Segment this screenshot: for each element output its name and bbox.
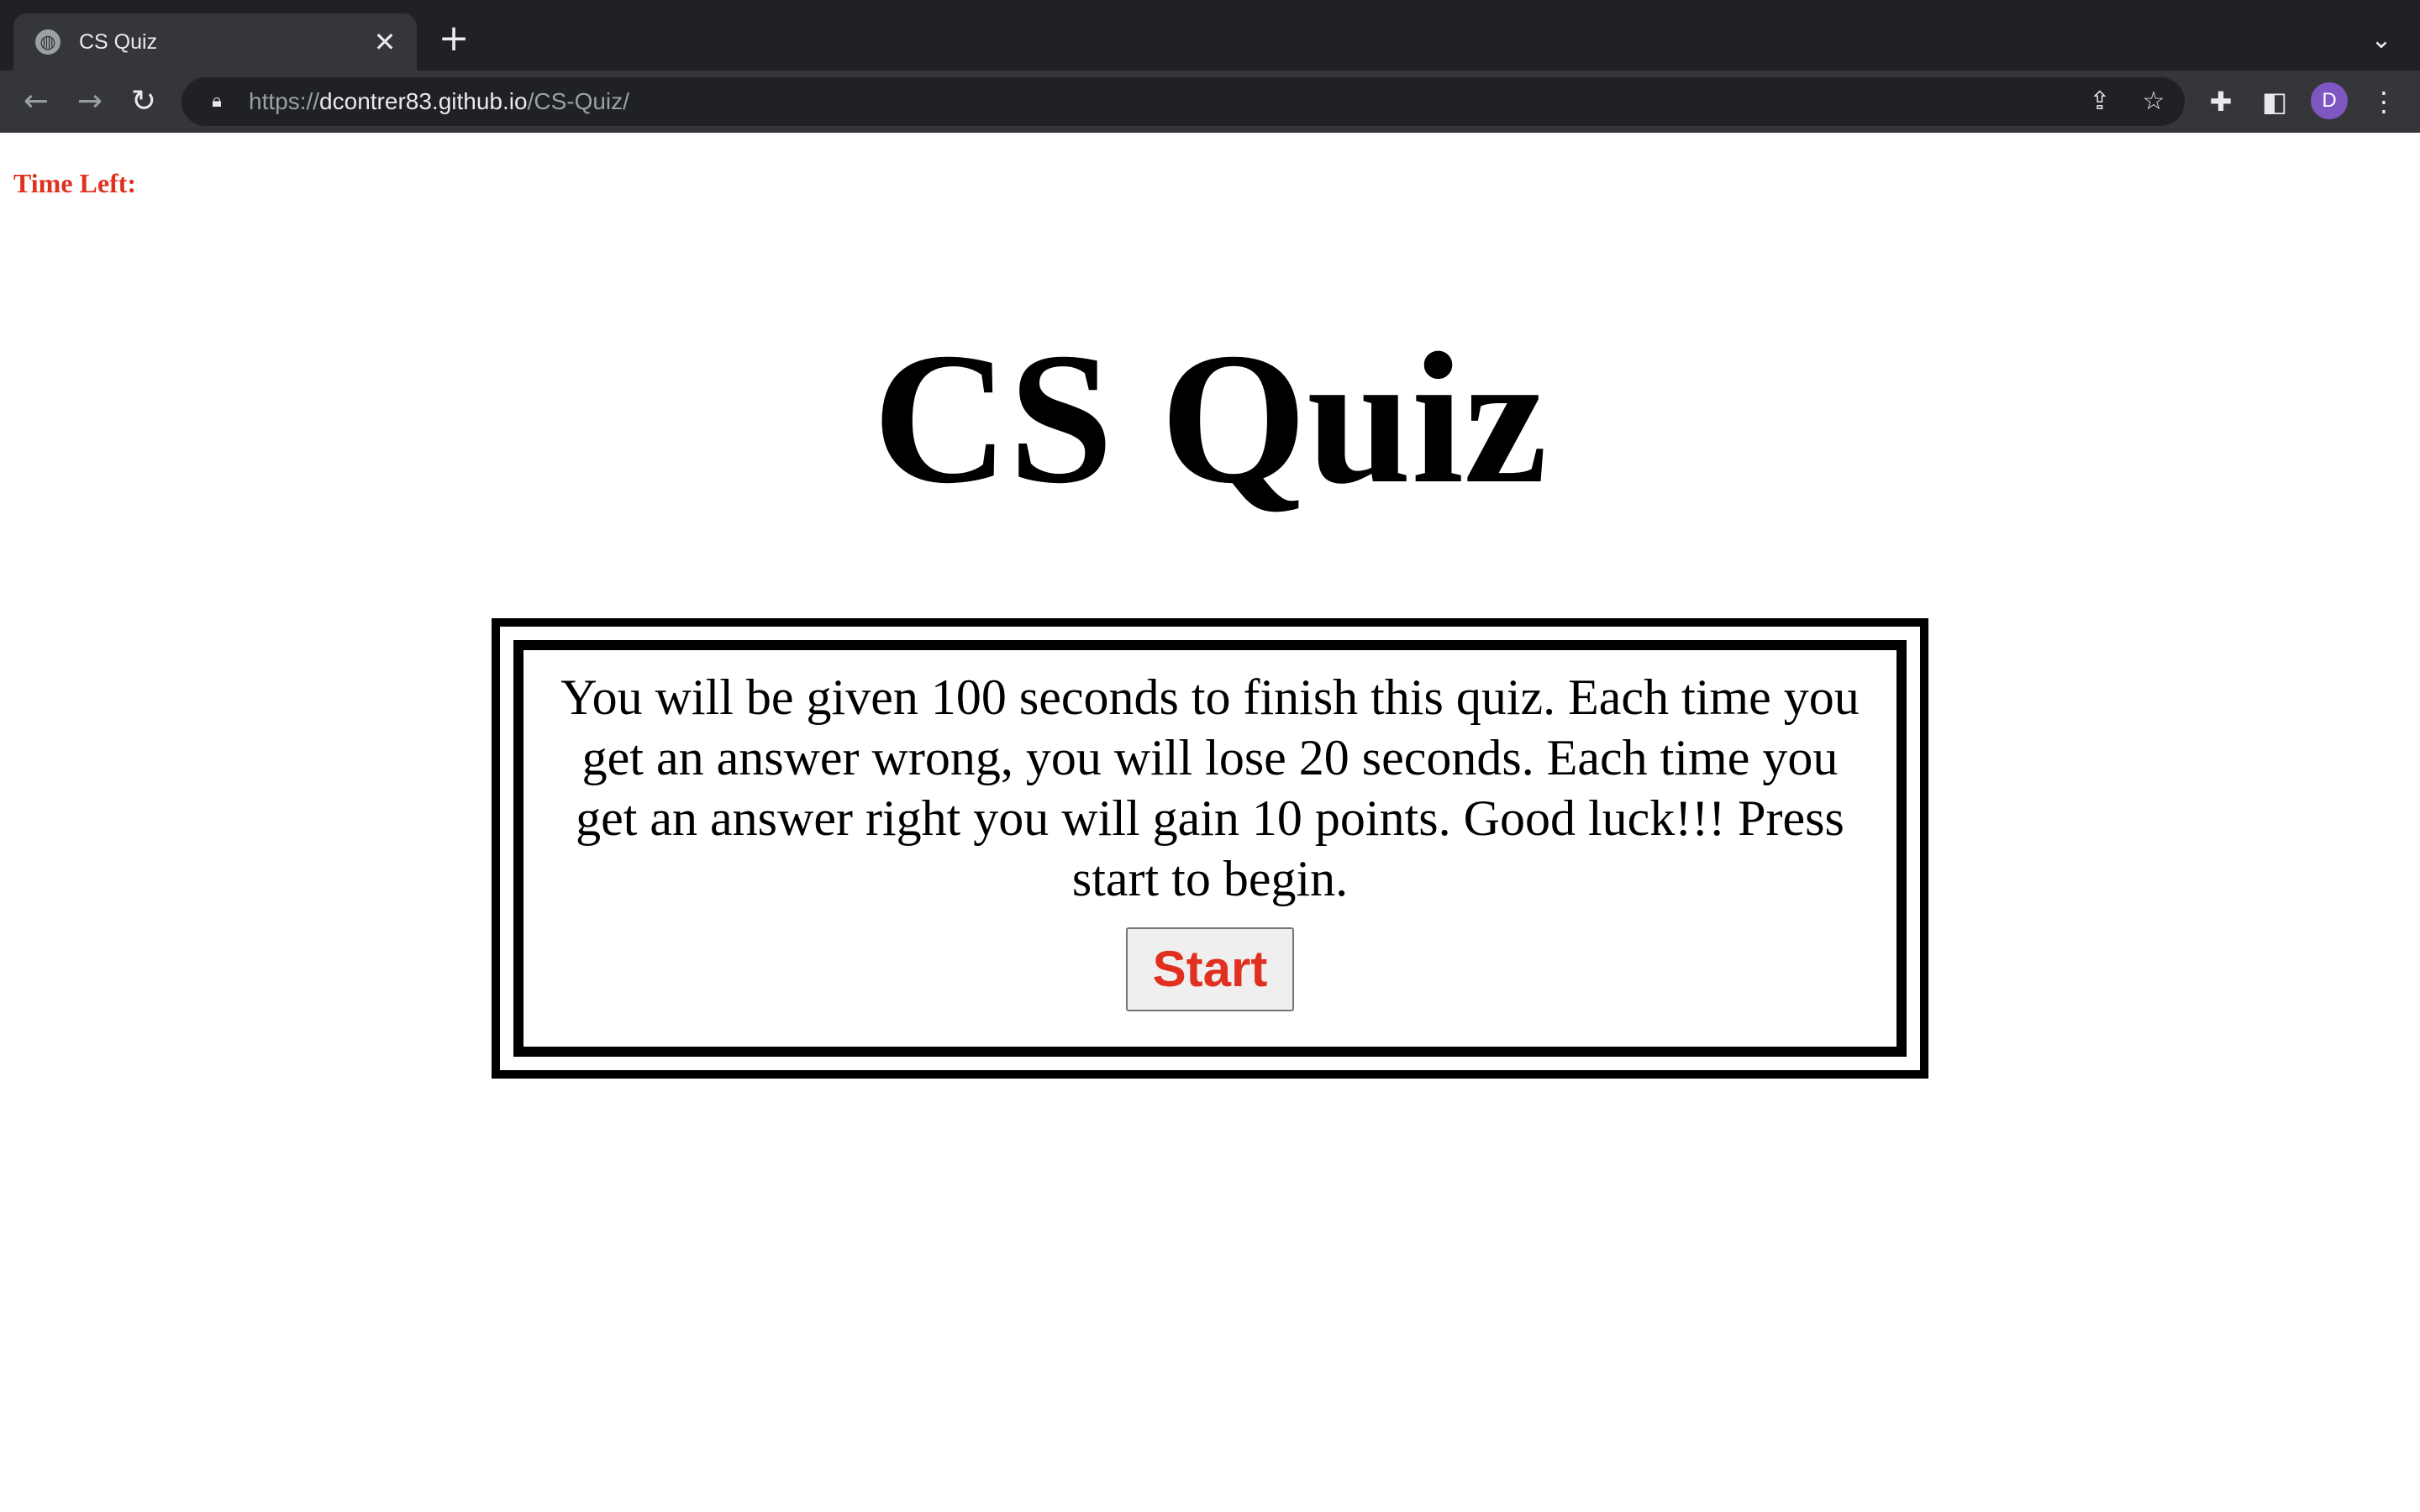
star-icon[interactable]: ☆ bbox=[2136, 84, 2171, 119]
page-content: Time Left: CS Quiz You will be given 100… bbox=[0, 133, 2420, 1512]
url-host: dcontrer83.github.io bbox=[319, 88, 528, 114]
address-bar[interactable]: 🔒︎ https://dcontrer83.github.io/CS-Quiz/… bbox=[182, 77, 2185, 126]
tab-strip: ◍ CS Quiz ✕ + ⌄ bbox=[0, 0, 2420, 71]
share-icon[interactable]: ⇪ bbox=[2082, 84, 2118, 119]
kebab-menu-icon[interactable]: ⋮ bbox=[2365, 82, 2403, 121]
chevron-down-icon[interactable]: ⌄ bbox=[2363, 22, 2400, 59]
forward-arrow-icon[interactable]: → bbox=[69, 81, 111, 123]
puzzle-icon[interactable]: ✚ bbox=[2202, 82, 2240, 121]
plus-icon[interactable]: + bbox=[434, 18, 474, 59]
lock-icon[interactable]: 🔒︎ bbox=[207, 90, 227, 113]
start-button[interactable]: Start bbox=[1126, 927, 1294, 1011]
tab-cs-quiz[interactable]: ◍ CS Quiz ✕ bbox=[13, 13, 417, 71]
time-left-label: Time Left: bbox=[13, 168, 137, 198]
tab-title: CS Quiz bbox=[79, 29, 158, 54]
quiz-container: You will be given 100 seconds to finish … bbox=[492, 618, 1928, 1079]
side-panel-icon[interactable]: ◧ bbox=[2255, 82, 2294, 121]
reload-icon[interactable]: ↻ bbox=[123, 81, 165, 123]
back-arrow-icon[interactable]: ← bbox=[15, 81, 57, 123]
avatar[interactable]: D bbox=[2311, 82, 2348, 119]
url-text[interactable]: https://dcontrer83.github.io/CS-Quiz/ bbox=[249, 88, 629, 115]
close-icon[interactable]: ✕ bbox=[368, 25, 402, 59]
globe-icon: ◍ bbox=[35, 29, 60, 55]
url-path: /CS-Quiz/ bbox=[527, 88, 629, 114]
quiz-instructions: You will be given 100 seconds to finish … bbox=[560, 669, 1860, 906]
browser-chrome: ◍ CS Quiz ✕ + ⌄ ← → ↻ 🔒︎ https://dcontre… bbox=[0, 0, 2420, 133]
quiz-panel: You will be given 100 seconds to finish … bbox=[513, 640, 1907, 1057]
page-title: CS Quiz bbox=[872, 314, 1548, 522]
toolbar: ← → ↻ 🔒︎ https://dcontrer83.github.io/CS… bbox=[0, 71, 2420, 133]
url-scheme: https:// bbox=[249, 88, 320, 114]
